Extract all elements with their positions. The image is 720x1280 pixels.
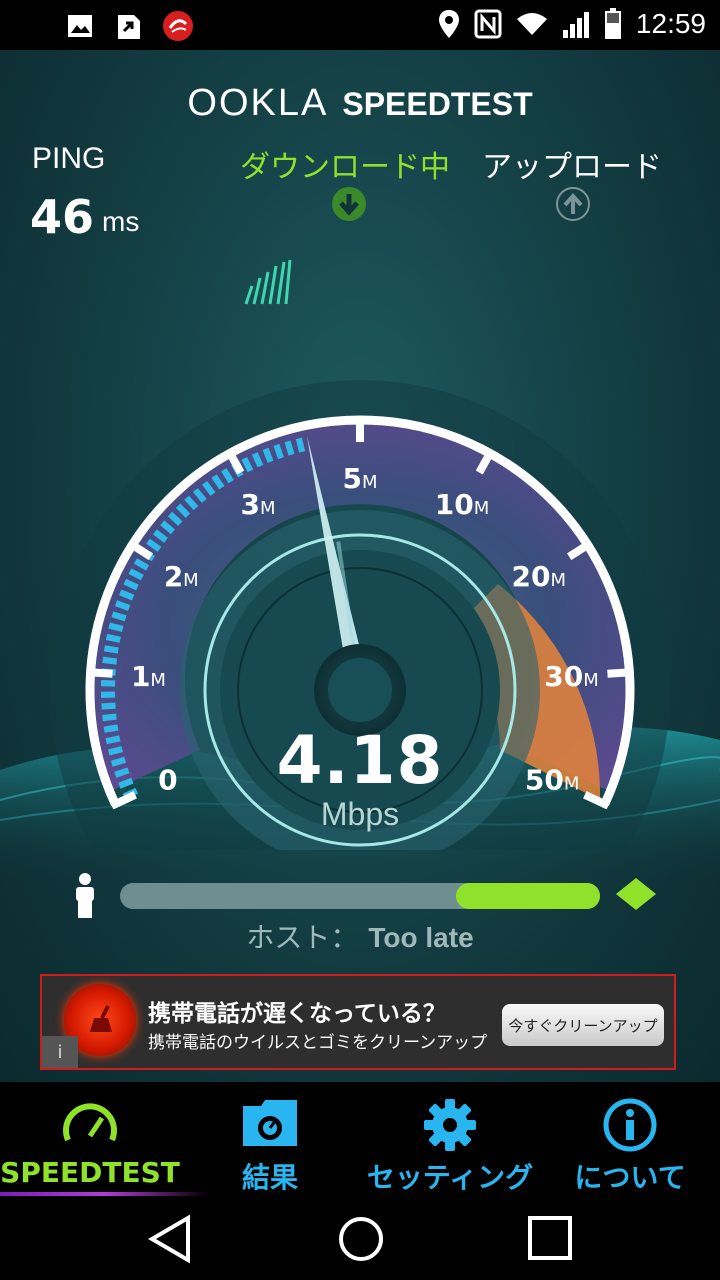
progress-dash bbox=[295, 437, 306, 453]
clock: 12:59 bbox=[635, 8, 706, 39]
location-icon bbox=[438, 10, 459, 38]
signal-strength-graph bbox=[244, 259, 292, 305]
progress-dash bbox=[105, 633, 121, 643]
tab-speedtest[interactable]: SPEEDTEST bbox=[0, 1082, 210, 1196]
info-icon bbox=[603, 1098, 657, 1152]
host-value: Too late bbox=[368, 922, 474, 953]
progress-dash bbox=[251, 452, 264, 468]
system-icons: 12:59 bbox=[438, 8, 706, 40]
progress-fill bbox=[456, 883, 600, 909]
server-marker-icon bbox=[616, 878, 656, 910]
speed-value: 4.18 bbox=[276, 722, 444, 799]
progress-dash bbox=[108, 622, 124, 633]
ping-unit: ms bbox=[102, 206, 140, 237]
tab-settings-label: セッティング bbox=[366, 1161, 534, 1194]
progress-dash bbox=[284, 440, 295, 456]
progress-dash bbox=[273, 443, 284, 460]
gauge-tick bbox=[86, 668, 113, 678]
host-label: ホスト： bbox=[246, 921, 359, 954]
tab-about[interactable]: について bbox=[540, 1082, 720, 1196]
progress-dash bbox=[160, 520, 175, 535]
ad-banner[interactable]: 携帯電話が遅くなっている？ 携帯電話のウイルスとゴミをクリーンアップ 今すぐクリ… bbox=[40, 974, 676, 1070]
brand-text: OOKLA bbox=[187, 82, 329, 124]
progress-dash bbox=[128, 568, 144, 581]
progress-dash bbox=[167, 511, 183, 526]
progress-dash bbox=[114, 600, 131, 611]
progress-dash bbox=[123, 578, 139, 591]
back-icon[interactable] bbox=[146, 1214, 196, 1264]
product-text: SPEEDTEST bbox=[342, 86, 533, 122]
tab-about-label: について bbox=[574, 1161, 686, 1194]
notification-icons bbox=[66, 10, 194, 42]
progress-dash bbox=[175, 503, 191, 518]
progress-dash bbox=[202, 480, 216, 496]
tab-bar: SPEEDTEST 結果 セッティング について bbox=[0, 1082, 720, 1196]
app-logo: OOKLA SPEEDTEST bbox=[0, 82, 720, 125]
ad-title: 携帯電話が遅くなっている？ bbox=[148, 1000, 446, 1027]
progress-dash bbox=[103, 645, 119, 654]
progress-dash bbox=[221, 468, 234, 484]
progress-bar bbox=[120, 883, 600, 909]
download-phase-label: ダウンロード中 bbox=[240, 150, 450, 185]
ad-info-icon[interactable]: i bbox=[42, 1036, 78, 1068]
download-app-icon bbox=[118, 15, 140, 39]
home-icon[interactable] bbox=[336, 1214, 386, 1264]
ad-subtitle: 携帯電話のウイルスとゴミをクリーンアップ bbox=[148, 1033, 488, 1053]
gear-icon bbox=[424, 1099, 476, 1151]
progress-dash bbox=[118, 589, 135, 601]
ad-cleanup-button[interactable]: 今すぐクリーンアップ bbox=[502, 1004, 664, 1046]
progress-dash bbox=[211, 474, 225, 490]
tab-settings[interactable]: セッティング bbox=[360, 1082, 540, 1196]
progress-dash bbox=[102, 713, 117, 722]
tab-results[interactable]: 結果 bbox=[180, 1082, 360, 1196]
progress-dash bbox=[153, 529, 168, 543]
speedometer-icon bbox=[63, 1103, 117, 1142]
upload-arrow-icon bbox=[556, 187, 590, 221]
image-icon bbox=[68, 15, 92, 37]
progress-dash bbox=[146, 538, 162, 552]
trendmicro-icon bbox=[163, 11, 193, 41]
tab-speedtest-label: SPEEDTEST bbox=[0, 1156, 180, 1189]
progress-dash bbox=[262, 447, 274, 464]
progress-dash bbox=[241, 456, 254, 473]
progress-dash bbox=[111, 611, 127, 622]
download-arrow-icon bbox=[332, 187, 366, 221]
results-folder-icon bbox=[243, 1100, 297, 1146]
wifi-icon bbox=[516, 13, 547, 35]
progress-dash bbox=[102, 656, 118, 665]
recents-icon[interactable] bbox=[526, 1214, 576, 1264]
ping-label: PING bbox=[32, 142, 106, 175]
progress-dash bbox=[133, 558, 150, 571]
system-nav-bar bbox=[0, 1196, 720, 1280]
battery-icon bbox=[604, 8, 621, 39]
signal-icon bbox=[562, 12, 589, 38]
progress-dash bbox=[192, 488, 207, 503]
nfc-icon bbox=[474, 9, 502, 39]
speedtest-main: OOKLA SPEEDTEST PING 46 ms ダウンロード中 アップロード bbox=[0, 50, 720, 1082]
speed-unit: Mbps bbox=[320, 796, 400, 832]
gauge-tick bbox=[607, 668, 634, 678]
upload-phase-label: アップロード bbox=[482, 150, 662, 185]
status-bar: 12:59 bbox=[0, 0, 720, 50]
ping-value: 46 bbox=[30, 190, 95, 244]
person-icon bbox=[76, 873, 94, 918]
progress-dash bbox=[184, 495, 199, 511]
tab-results-label: 結果 bbox=[241, 1161, 298, 1194]
host-row: ホスト： Too late bbox=[0, 916, 720, 956]
